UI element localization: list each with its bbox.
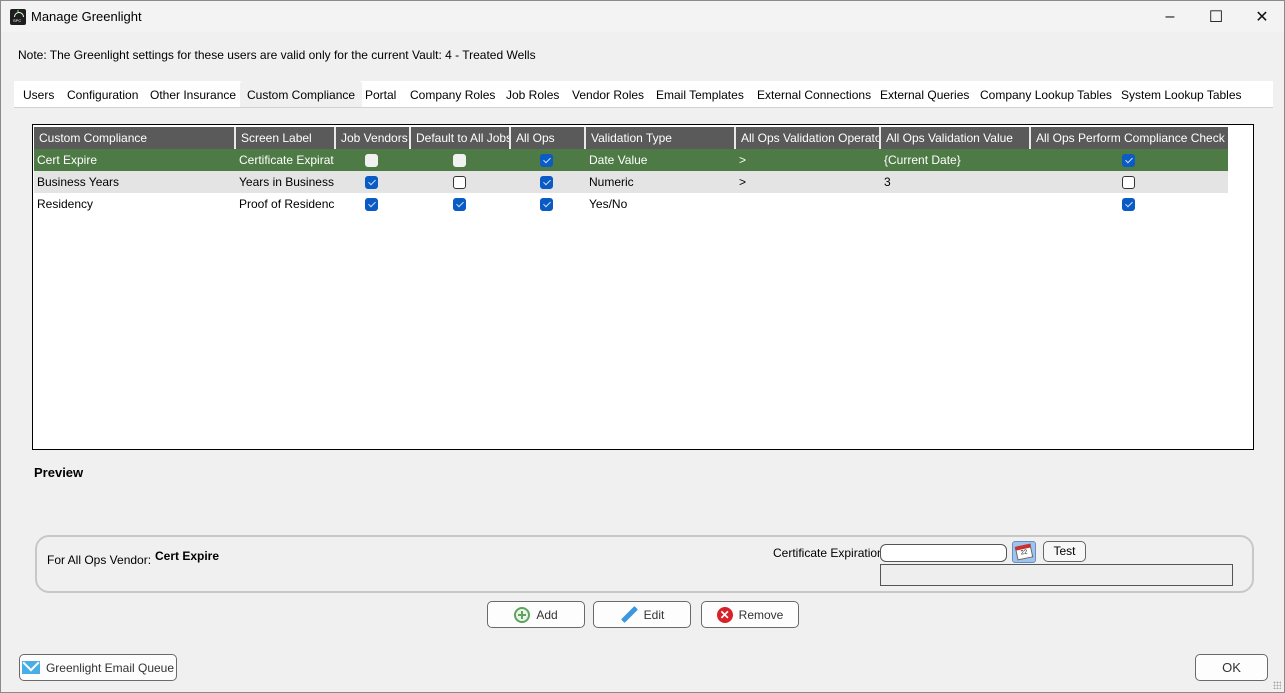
column-header-validation-type[interactable]: Validation Type	[584, 127, 734, 149]
resize-grip[interactable]	[1273, 681, 1281, 689]
default-all-jobs-cell	[409, 193, 509, 215]
cell-validation-operator: >	[739, 153, 747, 167]
perform-check-cell	[1029, 149, 1228, 171]
tab-external-connections[interactable]: External Connections	[750, 81, 878, 107]
tab-system-lookup-tables[interactable]: System Lookup Tables	[1114, 81, 1249, 107]
greenlight-email-queue-button[interactable]: Greenlight Email Queue	[19, 654, 177, 681]
all-ops-cell	[509, 171, 584, 193]
tab-custom-compliance[interactable]: Custom Compliance	[240, 81, 363, 107]
column-header-default-to-all-jobs[interactable]: Default to All Jobs	[409, 127, 509, 149]
vendor-label: For All Ops Vendor:	[47, 553, 152, 567]
cell-validation-type: Date Value	[589, 153, 648, 167]
maximize-button[interactable]: ☐	[1193, 1, 1239, 32]
all-ops-checkbox[interactable]	[540, 153, 553, 167]
cell-screen-label: Proof of Residency	[239, 197, 334, 211]
all-ops-checkbox[interactable]	[540, 175, 553, 189]
cell-validation-operator	[734, 193, 879, 215]
job-vendors-cell	[334, 193, 409, 215]
custom-compliance-grid: Custom Compliance Screen Label Job Vendo…	[32, 124, 1254, 450]
tab-portal[interactable]: Portal	[358, 81, 403, 107]
perform-check-cell	[1029, 193, 1228, 215]
all-ops-cell	[509, 149, 584, 171]
table-row[interactable]: Cert Expire Certificate Expirati... Date V…	[34, 149, 1228, 171]
tab-job-roles[interactable]: Job Roles	[499, 81, 566, 107]
all-ops-cell	[509, 193, 584, 215]
tab-external-queries[interactable]: External Queries	[873, 81, 976, 107]
email-queue-label: Greenlight Email Queue	[45, 660, 175, 675]
tab-company-lookup-tables[interactable]: Company Lookup Tables	[973, 81, 1119, 107]
tab-vendor-roles[interactable]: Vendor Roles	[565, 81, 651, 107]
envelope-icon	[21, 661, 40, 674]
table-row[interactable]: Residency Proof of Residency Yes/No	[34, 193, 1228, 215]
manage-greenlight-window: SPC Manage Greenlight – ☐ ✕ Note: The Gr…	[0, 0, 1285, 693]
column-header-screen-label[interactable]: Screen Label	[234, 127, 334, 149]
tab-configuration[interactable]: Configuration	[60, 81, 145, 107]
cell-custom-compliance: Residency	[37, 197, 94, 211]
add-button[interactable]: Add	[487, 601, 585, 628]
tab-email-templates[interactable]: Email Templates	[649, 81, 751, 107]
column-header-all-ops[interactable]: All Ops	[509, 127, 584, 149]
calendar-picker-button[interactable]: 22	[1012, 541, 1036, 563]
cell-screen-label: Years in Business	[239, 175, 334, 189]
grid-header: Custom Compliance Screen Label Job Vendo…	[34, 127, 1228, 149]
cell-validation-type: Yes/No	[589, 197, 628, 211]
perform-check-checkbox[interactable]	[1122, 153, 1135, 167]
perform-check-cell	[1029, 171, 1228, 193]
job-vendors-cell	[334, 149, 409, 171]
table-row[interactable]: Business Years Years in Business Numeric >3	[34, 171, 1228, 193]
calendar-icon: 22	[1014, 543, 1034, 561]
certificate-expiration-input[interactable]	[880, 544, 1007, 562]
pencil-icon	[620, 606, 638, 624]
add-circle-icon	[514, 606, 531, 623]
default-all-jobs-cell	[409, 171, 509, 193]
add-label: Add	[536, 607, 558, 622]
cell-custom-compliance: Cert Expire	[37, 153, 98, 167]
title-bar: SPC Manage Greenlight – ☐ ✕	[1, 1, 1284, 32]
greenlight-app-icon: SPC	[10, 9, 26, 25]
cell-validation-value: {Current Date}	[884, 153, 961, 167]
column-header-job-vendors[interactable]: Job Vendors	[334, 127, 409, 149]
all-ops-checkbox[interactable]	[540, 197, 553, 211]
cell-validation-value	[879, 193, 1029, 215]
column-header-validation-operator[interactable]: All Ops Validation Operator	[734, 127, 879, 149]
edit-button[interactable]: Edit	[593, 601, 691, 628]
edit-label: Edit	[643, 607, 665, 622]
default-all-jobs-checkbox[interactable]	[452, 175, 466, 189]
cell-validation-value: 3	[884, 175, 891, 189]
cell-validation-operator: >	[739, 175, 747, 189]
cell-screen-label: Certificate Expirati...	[239, 153, 334, 167]
column-header-validation-value[interactable]: All Ops Validation Value	[879, 127, 1029, 149]
default-all-jobs-cell	[409, 149, 509, 171]
tab-other-insurance[interactable]: Other Insurance	[143, 81, 243, 107]
window-title: Manage Greenlight	[31, 9, 142, 24]
job-vendors-checkbox[interactable]	[365, 153, 378, 167]
preview-heading: Preview	[34, 465, 84, 480]
test-button[interactable]: Test	[1043, 541, 1086, 562]
vendor-compliance-name: Cert Expire	[155, 549, 220, 563]
column-header-custom-compliance[interactable]: Custom Compliance	[34, 127, 234, 149]
remove-button[interactable]: ✕ Remove	[701, 601, 799, 628]
job-vendors-cell	[334, 171, 409, 193]
certificate-expiration-label: Certificate Expiration	[773, 546, 884, 560]
validation-message-box	[880, 564, 1233, 586]
job-vendors-checkbox[interactable]	[365, 197, 378, 211]
close-button[interactable]: ✕	[1239, 1, 1285, 32]
remove-x-icon: ✕	[716, 606, 733, 623]
ok-button[interactable]: OK	[1195, 654, 1268, 681]
tab-company-roles[interactable]: Company Roles	[403, 81, 502, 107]
cell-custom-compliance: Business Years	[37, 175, 120, 189]
remove-label: Remove	[738, 607, 784, 622]
cell-validation-type: Numeric	[589, 175, 634, 189]
column-header-perform-compliance-check[interactable]: All Ops Perform Compliance Check	[1029, 127, 1228, 149]
perform-check-checkbox[interactable]	[1122, 175, 1135, 189]
tab-strip: Users Configuration Other Insurance Cust…	[14, 81, 1273, 108]
default-all-jobs-checkbox[interactable]	[452, 153, 466, 167]
job-vendors-checkbox[interactable]	[365, 175, 378, 189]
vault-note: Note: The Greenlight settings for these …	[18, 48, 536, 62]
tab-users[interactable]: Users	[16, 81, 61, 107]
default-all-jobs-checkbox[interactable]	[452, 197, 466, 211]
minimize-button[interactable]: –	[1147, 1, 1193, 32]
perform-check-checkbox[interactable]	[1122, 197, 1135, 211]
